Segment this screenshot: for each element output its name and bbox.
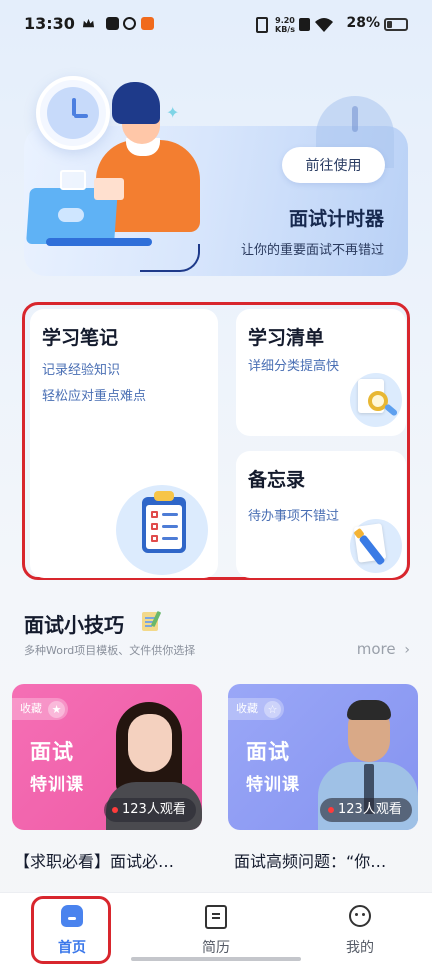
magnifier-document-icon	[350, 373, 402, 427]
window-icon	[60, 170, 86, 190]
status-time: 13:30	[24, 14, 75, 33]
memo-card[interactable]: 备忘录 待办事项不错过	[236, 451, 406, 578]
star-icon: ★	[48, 701, 65, 718]
course-subtitle: 特训课	[30, 775, 84, 795]
course-subtitle: 特训课	[246, 775, 300, 795]
tab-profile-label: 我的	[346, 940, 374, 956]
status-bar: 13:30 9.20 KB/s 28%	[0, 0, 432, 50]
study-notes-desc-1: 记录经验知识	[42, 363, 121, 378]
favorite-label: 收藏	[236, 702, 258, 715]
views-badge: 123人观看	[320, 798, 412, 822]
study-notes-card[interactable]: 学习笔记 记录经验知识 轻松应对重点难点	[30, 309, 218, 578]
course-caption[interactable]: 面试高频问题：“你…	[234, 848, 424, 872]
favorite-label: 收藏	[20, 702, 42, 715]
magnifier-handle	[383, 403, 399, 417]
text-line	[162, 513, 178, 516]
logo-icon	[123, 17, 136, 30]
course-card[interactable]: 收藏 ☆ 面试 特训课 123人观看	[228, 684, 418, 830]
checkbox-icon	[151, 511, 158, 518]
card-icon	[94, 178, 124, 200]
clipboard-board	[142, 491, 186, 553]
checkbox-icon	[151, 523, 158, 530]
timer-subtitle: 让你的重要面试不再错过	[240, 243, 384, 258]
net-speed: 9.20 KB/s	[274, 16, 296, 34]
net-speed-unit: KB/s	[275, 25, 295, 34]
app-icon	[141, 17, 154, 30]
status-right-group: 9.20 KB/s 28%	[238, 13, 408, 37]
notepad-icon	[142, 611, 161, 631]
favorite-tag[interactable]: 收藏 ★	[12, 698, 68, 720]
tips-section-title: 面试小技巧	[24, 613, 124, 637]
home-tab-highlight	[31, 896, 111, 964]
study-notes-desc-2: 轻松应对重点难点	[42, 389, 147, 404]
crown-icon	[82, 18, 95, 28]
clock-icon	[36, 76, 110, 150]
tips-subtitle: 多种Word项目模板、文件供你选择	[24, 644, 196, 657]
feature-cards-highlight: 学习笔记 记录经验知识 轻松应对重点难点 学习清单 详细分类提高快 备忘录 待办…	[22, 302, 410, 580]
tab-profile[interactable]: 我的	[288, 893, 432, 964]
gesture-bar[interactable]	[131, 957, 301, 961]
views-badge: 123人观看	[104, 798, 196, 822]
tab-resume-label: 简历	[202, 940, 230, 956]
favorite-tag[interactable]: 收藏 ☆	[228, 698, 284, 720]
clip-top	[154, 491, 174, 501]
person-hair	[112, 82, 160, 124]
go-use-button[interactable]: 前往使用	[282, 147, 385, 183]
laptop-base	[46, 238, 152, 246]
resume-icon	[205, 905, 227, 929]
net-speed-value: 9.20	[275, 16, 295, 25]
text-line	[162, 525, 178, 528]
cable	[140, 244, 200, 272]
pen-paper-icon	[350, 519, 402, 573]
study-list-card[interactable]: 学习清单 详细分类提高快	[236, 309, 406, 436]
checkbox-icon	[151, 535, 158, 542]
x-icon	[299, 18, 310, 31]
play-icon	[106, 17, 119, 30]
chevron-right-icon: ›	[404, 642, 410, 658]
course-title: 面试	[30, 740, 74, 764]
battery-percent: 28%	[346, 15, 380, 31]
study-list-desc: 详细分类提高快	[248, 359, 340, 374]
more-label: more	[356, 640, 396, 658]
sparkle-icon: ✦	[166, 103, 180, 122]
study-list-title: 学习清单	[248, 327, 325, 349]
course-title: 面试	[246, 740, 290, 764]
course-caption[interactable]: 【求职必看】面试必…	[14, 848, 204, 872]
star-icon: ☆	[264, 701, 281, 718]
wifi-icon	[315, 18, 333, 32]
portrait-face	[128, 714, 172, 772]
vibrate-icon	[256, 17, 268, 33]
clipboard-icon	[116, 485, 208, 575]
battery-icon	[384, 18, 408, 31]
more-link[interactable]: more ›	[357, 640, 410, 658]
memo-title: 备忘录	[248, 469, 306, 491]
course-card[interactable]: 收藏 ★ 面试 特训课 123人观看	[12, 684, 202, 830]
profile-icon	[349, 905, 371, 927]
clock-minute-hand	[74, 114, 88, 118]
study-notes-title: 学习笔记	[42, 327, 119, 349]
memo-desc: 待办事项不错过	[248, 509, 340, 524]
text-line	[162, 537, 178, 540]
timer-title: 面试计时器	[288, 208, 384, 230]
portrait-hair	[347, 700, 391, 720]
cloud-icon	[58, 208, 84, 222]
tab-resume[interactable]: 简历	[144, 893, 288, 964]
clipboard-paper	[146, 505, 182, 549]
